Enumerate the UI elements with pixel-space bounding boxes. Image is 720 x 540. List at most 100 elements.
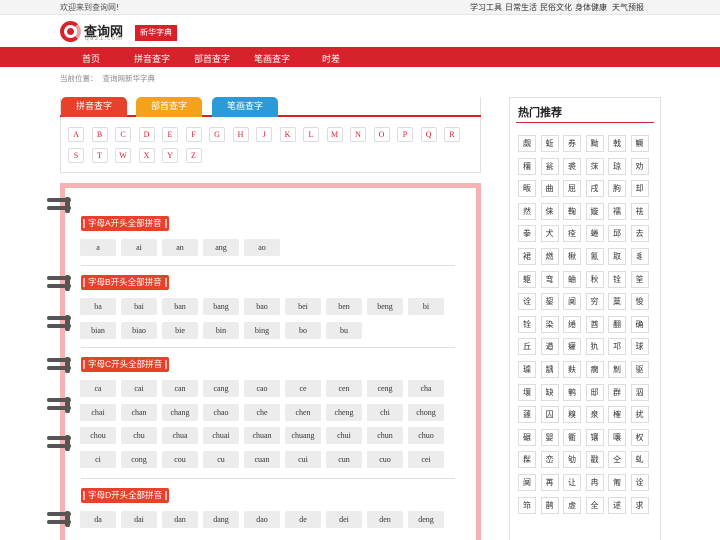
pinyin-item[interactable]: ci: [80, 450, 116, 468]
letter-h[interactable]: H: [232, 127, 249, 142]
hot-char[interactable]: 虬: [630, 451, 649, 469]
letter-l[interactable]: L: [303, 127, 319, 142]
pinyin-item[interactable]: dao: [244, 511, 280, 528]
pinyin-item[interactable]: bo: [285, 321, 321, 339]
letter-g[interactable]: G: [209, 127, 225, 142]
hot-char[interactable]: 琼: [608, 157, 626, 175]
hot-char[interactable]: 群: [608, 383, 626, 401]
hot-char[interactable]: 翻: [608, 315, 626, 333]
letter-w[interactable]: W: [115, 148, 131, 163]
hot-char[interactable]: 邛: [608, 338, 626, 356]
hot-char[interactable]: 黝: [585, 135, 604, 152]
pinyin-item[interactable]: chu: [121, 427, 157, 444]
pinyin-item[interactable]: bi: [408, 298, 444, 315]
pinyin-item[interactable]: bing: [244, 321, 280, 339]
pinyin-item[interactable]: chui: [326, 427, 362, 444]
top-link-study-tools[interactable]: 学习工具: [470, 2, 502, 13]
hot-char[interactable]: 穰: [518, 157, 536, 175]
hot-char[interactable]: 燃: [540, 248, 559, 265]
pinyin-item[interactable]: cui: [285, 450, 321, 468]
hot-char[interactable]: 遒: [540, 338, 559, 356]
pinyin-item[interactable]: ban: [162, 298, 198, 315]
hot-char[interactable]: 裙: [518, 248, 536, 265]
hot-char[interactable]: 裘: [563, 157, 581, 175]
hot-char[interactable]: 铨: [608, 270, 626, 288]
hot-char[interactable]: 诠: [518, 293, 536, 311]
hot-char[interactable]: 瓮: [540, 157, 559, 175]
letter-s[interactable]: S: [68, 148, 84, 163]
pinyin-item[interactable]: cou: [162, 450, 198, 468]
letter-d[interactable]: D: [138, 127, 155, 142]
letter-t[interactable]: T: [91, 148, 108, 163]
hot-char[interactable]: 犬: [540, 225, 559, 243]
site-logo[interactable]: 查询网 q821.com: [60, 21, 130, 43]
letter-k[interactable]: K: [279, 127, 296, 142]
pinyin-item[interactable]: ca: [80, 380, 116, 397]
pinyin-item[interactable]: cai: [121, 380, 157, 397]
hot-char[interactable]: 冉: [585, 474, 604, 491]
hot-char[interactable]: 莯: [585, 157, 604, 175]
hot-char[interactable]: 魝: [608, 361, 626, 378]
pinyin-item[interactable]: a: [80, 239, 116, 256]
hot-char[interactable]: 弯: [540, 270, 559, 288]
hot-char[interactable]: 让: [563, 474, 581, 491]
pinyin-item[interactable]: bu: [326, 321, 362, 339]
pinyin-item[interactable]: dei: [326, 511, 362, 528]
breadcrumb-current[interactable]: 查询网新华字典: [103, 74, 156, 83]
hot-char[interactable]: 取: [608, 248, 626, 265]
hot-char[interactable]: 襦: [608, 202, 626, 220]
pinyin-item[interactable]: chuo: [408, 427, 444, 444]
hot-char[interactable]: 痊: [563, 225, 581, 243]
letter-q[interactable]: Q: [420, 127, 437, 142]
hot-char[interactable]: 求: [630, 496, 649, 514]
hot-char[interactable]: 丘: [518, 338, 536, 356]
letter-o[interactable]: O: [373, 127, 390, 142]
hot-char[interactable]: 泅: [630, 383, 649, 401]
hot-char[interactable]: 俫: [540, 202, 559, 220]
nav-stroke-lookup[interactable]: 笔画查字: [254, 52, 290, 65]
pinyin-item[interactable]: chang: [162, 403, 198, 421]
top-link-health[interactable]: 身体健康: [575, 2, 607, 13]
hot-char[interactable]: 屈: [563, 180, 581, 198]
letter-f[interactable]: F: [185, 127, 202, 142]
letter-e[interactable]: E: [162, 127, 178, 142]
hot-char[interactable]: 楸: [563, 248, 581, 265]
hot-char[interactable]: 曲: [540, 180, 559, 198]
nav-pinyin-lookup[interactable]: 拼音查字: [134, 52, 170, 65]
hot-char[interactable]: 诠: [630, 474, 649, 491]
hot-char[interactable]: 确: [630, 315, 649, 333]
hot-char[interactable]: 匍: [608, 474, 626, 491]
hot-char[interactable]: 鹊: [540, 496, 559, 514]
pinyin-item[interactable]: dang: [203, 511, 239, 528]
hot-char[interactable]: 染: [540, 315, 559, 333]
pinyin-item[interactable]: an: [162, 239, 198, 256]
pinyin-item[interactable]: dai: [121, 511, 157, 528]
hot-char[interactable]: 糗: [563, 406, 581, 424]
letter-j[interactable]: J: [256, 127, 272, 142]
hot-char[interactable]: 觑: [518, 135, 536, 152]
hot-char[interactable]: 然: [518, 202, 536, 220]
pinyin-item[interactable]: ben: [326, 298, 362, 315]
pinyin-item[interactable]: cuo: [367, 450, 403, 468]
pinyin-item[interactable]: bai: [121, 298, 157, 315]
nav-time-difference[interactable]: 时差: [322, 52, 340, 65]
hot-char[interactable]: 榷: [608, 406, 626, 424]
pinyin-item[interactable]: bin: [203, 321, 239, 339]
hot-char[interactable]: 全: [585, 496, 604, 514]
hot-char[interactable]: 蚯: [540, 135, 559, 152]
hot-char[interactable]: 髹: [518, 451, 536, 469]
pinyin-item[interactable]: chuan: [244, 427, 280, 444]
hot-char[interactable]: 驱: [630, 361, 649, 378]
pinyin-item[interactable]: chuang: [285, 427, 321, 444]
hot-char[interactable]: 筌: [630, 270, 649, 288]
hot-char[interactable]: 虚: [563, 496, 581, 514]
pinyin-item[interactable]: de: [285, 511, 321, 528]
hot-char[interactable]: 球: [630, 338, 649, 356]
hot-char[interactable]: 璩: [518, 361, 536, 378]
pinyin-item[interactable]: bang: [203, 298, 239, 315]
pinyin-item[interactable]: ce: [285, 380, 321, 397]
hot-char[interactable]: 镶: [585, 428, 604, 446]
pinyin-item[interactable]: ang: [203, 239, 239, 256]
hot-char[interactable]: 戌: [585, 180, 604, 198]
pinyin-item[interactable]: da: [80, 511, 116, 528]
